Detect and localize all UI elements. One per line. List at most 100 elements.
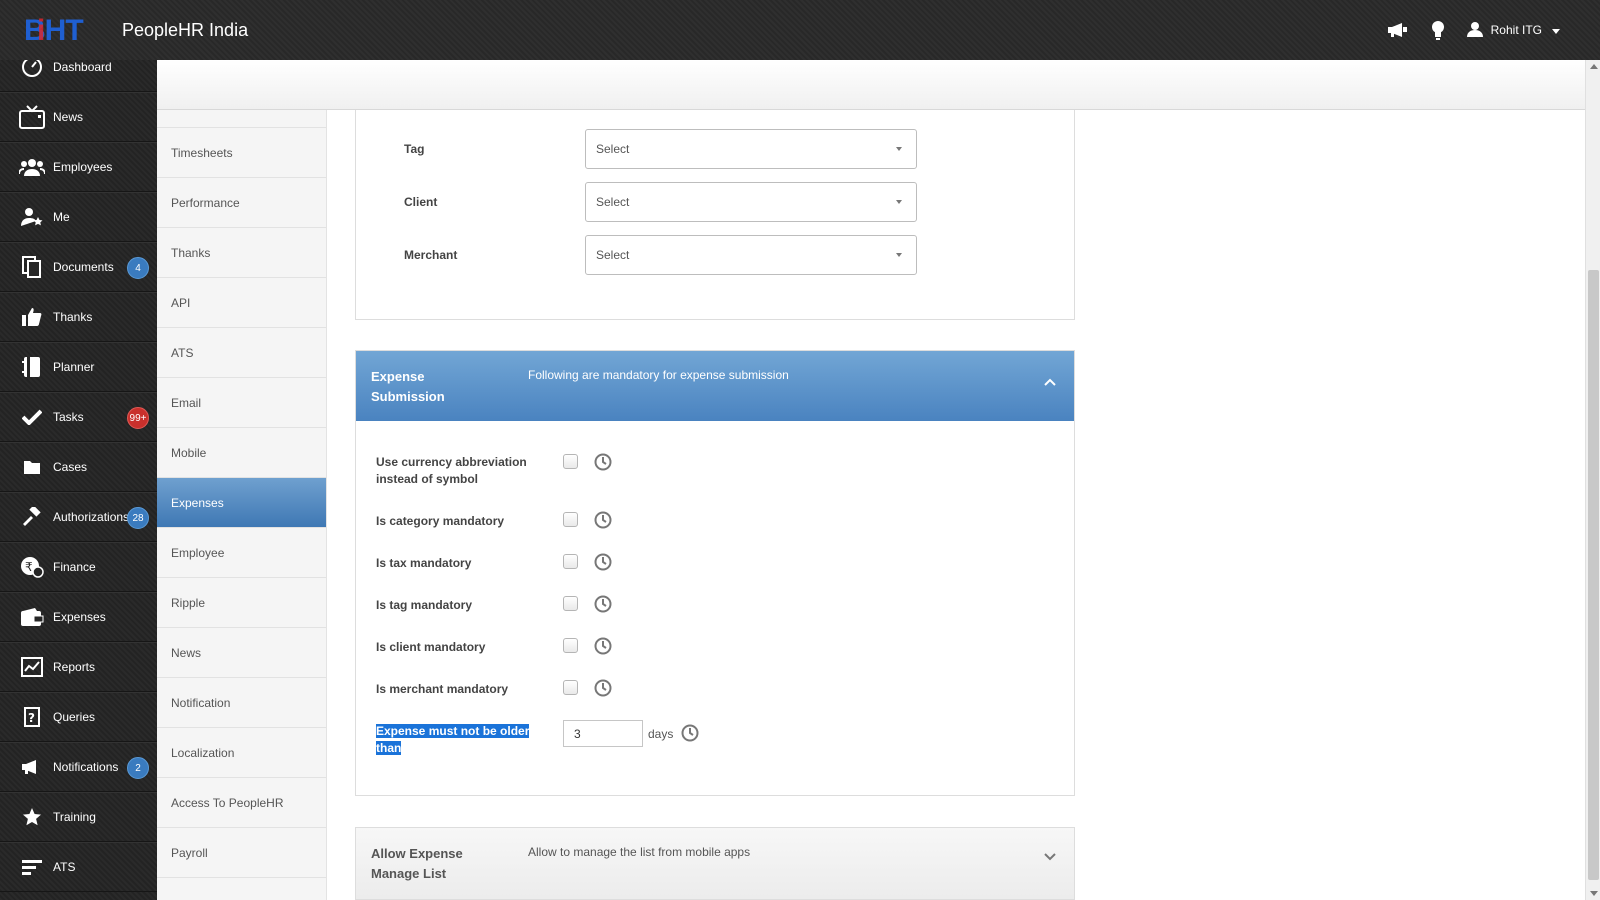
svg-text:₹: ₹ <box>25 560 33 574</box>
submenu-item-timesheets[interactable]: Timesheets <box>157 128 326 178</box>
sidebar-item-label: Dashboard <box>53 60 112 74</box>
documents-icon <box>19 254 45 280</box>
sidebar-item-thanks[interactable]: Thanks <box>0 292 157 342</box>
submenu-item-access[interactable]: Access To PeopleHR <box>157 778 326 828</box>
submenu-item-employee[interactable]: Employee <box>157 528 326 578</box>
sidebar-item-finance[interactable]: ₹ Finance <box>0 542 157 592</box>
sidebar-item-label: Notifications <box>53 760 119 774</box>
merchant-mandatory-checkbox[interactable] <box>563 680 578 695</box>
submenu-item-partial[interactable] <box>157 110 326 128</box>
client-mandatory-checkbox[interactable] <box>563 638 578 653</box>
sidebar-item-queries[interactable]: ? Queries <box>0 692 157 742</box>
sidebar-item-employees[interactable]: Employees <box>0 142 157 192</box>
check-icon <box>19 404 45 430</box>
rupee-icon: ₹ <box>19 554 45 580</box>
submenu-item-email[interactable]: Email <box>157 378 326 428</box>
clock-icon[interactable] <box>594 679 612 697</box>
notifications-count-badge: 2 <box>127 757 149 779</box>
clock-icon[interactable] <box>594 595 612 613</box>
users-icon <box>19 154 45 180</box>
expense-submission-header[interactable]: Expense Submission Following are mandato… <box>356 351 1074 421</box>
expense-age-label: Expense must not be older than <box>376 723 536 757</box>
submenu-item-mobile[interactable]: Mobile <box>157 428 326 478</box>
svg-text:i: i <box>37 14 45 44</box>
sidebar-item-reports[interactable]: Reports <box>0 642 157 692</box>
sidebar-item-label: Queries <box>53 710 96 724</box>
clock-icon[interactable] <box>594 453 612 471</box>
planner-icon <box>19 354 45 380</box>
documents-count-badge: 4 <box>127 257 149 279</box>
svg-text:?: ? <box>28 711 35 725</box>
bars-icon <box>19 854 45 880</box>
sidebar-item-news[interactable]: News <box>0 92 157 142</box>
client-select[interactable]: Select <box>585 182 917 222</box>
sidebar-item-authorizations[interactable]: Authorizations 28 <box>0 492 157 542</box>
client-mandatory-label: Is client mandatory <box>376 640 486 654</box>
megaphone-icon[interactable] <box>1387 19 1409 41</box>
folder-icon <box>19 454 45 480</box>
sidebar-item-label: Employees <box>53 160 113 174</box>
clock-icon[interactable] <box>594 553 612 571</box>
dashboard-icon <box>19 60 45 80</box>
clock-icon[interactable] <box>594 511 612 529</box>
app-title[interactable]: PeopleHR India <box>122 20 248 41</box>
sidebar-item-planner[interactable]: Planner <box>0 342 157 392</box>
sidebar-item-label: Me <box>53 210 70 224</box>
scroll-down-arrow[interactable] <box>1590 891 1598 896</box>
submenu-item-expenses[interactable]: Expenses <box>157 478 326 528</box>
wallet-icon <box>19 604 45 630</box>
sidebar-item-dashboard[interactable]: Dashboard <box>0 60 157 92</box>
sidebar-item-label: Authorizations <box>53 510 130 524</box>
tag-mandatory-checkbox[interactable] <box>563 596 578 611</box>
clock-icon[interactable] <box>681 724 699 742</box>
user-name: Rohit ITG <box>1490 23 1542 37</box>
sidebar-item-notifications[interactable]: Notifications 2 <box>0 742 157 792</box>
submenu-item-performance[interactable]: Performance <box>157 178 326 228</box>
category-mandatory-checkbox[interactable] <box>563 512 578 527</box>
caret-down-icon <box>896 147 902 151</box>
sidebar-item-cases[interactable]: Cases <box>0 442 157 492</box>
chevron-up-icon[interactable] <box>1044 375 1056 389</box>
submenu-item-thanks[interactable]: Thanks <box>157 228 326 278</box>
submenu-item-api[interactable]: API <box>157 278 326 328</box>
expense-fields-panel: Tag Select Client Select Merchant Select <box>355 110 1075 320</box>
user-icon <box>1466 21 1483 40</box>
submenu-item-notification[interactable]: Notification <box>157 678 326 728</box>
expense-age-input[interactable]: 3 <box>563 720 643 747</box>
merchant-select-value: Select <box>596 248 630 262</box>
merchant-select[interactable]: Select <box>585 235 917 275</box>
sidebar-item-label: Planner <box>53 360 95 374</box>
scroll-up-arrow[interactable] <box>1590 64 1598 69</box>
sidebar-item-me[interactable]: Me <box>0 192 157 242</box>
sidebar-item-tasks[interactable]: Tasks 99+ <box>0 392 157 442</box>
user-menu[interactable]: Rohit ITG <box>1466 21 1560 40</box>
sidebar-item-ats[interactable]: ATS <box>0 842 157 892</box>
days-unit-label: days <box>648 727 674 741</box>
submenu-item-news[interactable]: News <box>157 628 326 678</box>
sidebar-item-expenses[interactable]: Expenses <box>0 592 157 642</box>
chevron-down-icon[interactable] <box>1044 850 1056 864</box>
page-scrollbar[interactable] <box>1585 60 1600 900</box>
tax-mandatory-checkbox[interactable] <box>563 554 578 569</box>
manage-list-panel[interactable]: Allow Expense Manage List Allow to manag… <box>355 827 1075 900</box>
clock-icon[interactable] <box>594 637 612 655</box>
submenu-item-ripple[interactable]: Ripple <box>157 578 326 628</box>
chart-icon <box>19 654 45 680</box>
sidebar-item-documents[interactable]: Documents 4 <box>0 242 157 292</box>
tag-mandatory-label: Is tag mandatory <box>376 598 473 612</box>
submenu-item-ats[interactable]: ATS <box>157 328 326 378</box>
submenu-item-localization[interactable]: Localization <box>157 728 326 778</box>
sidebar-item-training[interactable]: Training <box>0 792 157 842</box>
svg-text:BHT: BHT <box>24 14 83 44</box>
settings-submenu: Timesheets Performance Thanks API ATS Em… <box>157 110 327 900</box>
megaphone-icon <box>19 754 45 780</box>
authorizations-count-badge: 28 <box>127 507 149 529</box>
scroll-thumb[interactable] <box>1588 270 1599 880</box>
lightbulb-icon[interactable] <box>1427 19 1449 41</box>
submenu-item-payroll[interactable]: Payroll <box>157 828 326 878</box>
tag-select[interactable]: Select <box>585 129 917 169</box>
gavel-icon <box>19 504 45 530</box>
currency-abbreviation-checkbox[interactable] <box>563 454 578 469</box>
company-logo[interactable]: BHT i <box>24 14 110 44</box>
main-content: Tag Select Client Select Merchant Select… <box>327 110 1585 900</box>
